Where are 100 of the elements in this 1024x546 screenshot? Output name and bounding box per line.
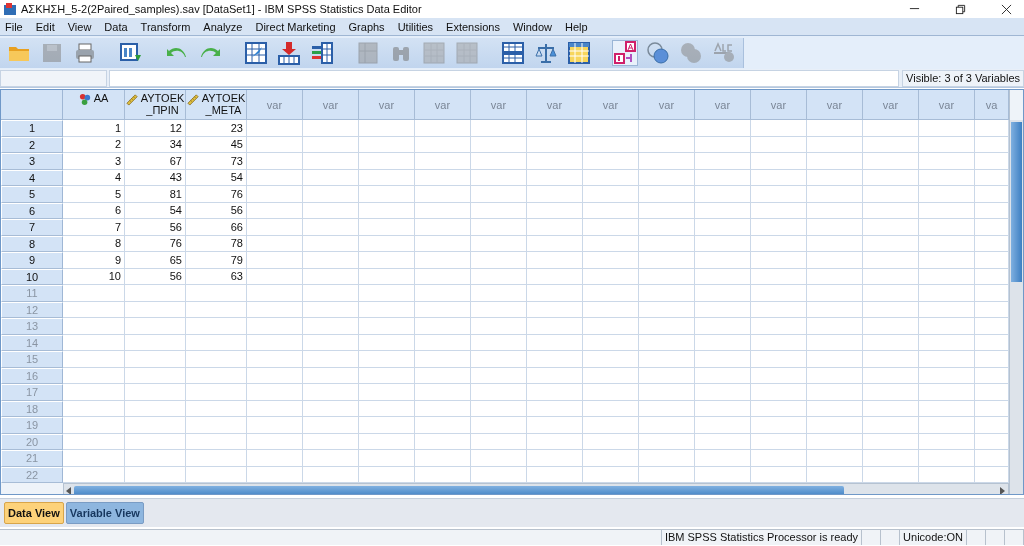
table-cell[interactable] <box>695 318 751 335</box>
table-cell[interactable] <box>751 301 807 318</box>
table-cell[interactable] <box>415 202 471 219</box>
table-cell[interactable] <box>751 219 807 236</box>
table-cell[interactable] <box>186 318 247 335</box>
table-cell[interactable] <box>639 202 695 219</box>
table-cell[interactable] <box>863 384 919 401</box>
table-cell[interactable] <box>247 235 303 252</box>
table-cell[interactable] <box>247 268 303 285</box>
table-cell[interactable] <box>247 285 303 302</box>
table-cell[interactable] <box>63 417 125 434</box>
table-cell[interactable] <box>303 285 359 302</box>
table-cell[interactable] <box>639 367 695 384</box>
table-cell[interactable] <box>583 450 639 467</box>
table-cell[interactable] <box>695 334 751 351</box>
table-cell[interactable] <box>751 318 807 335</box>
table-cell[interactable] <box>303 252 359 269</box>
table-cell[interactable] <box>919 235 975 252</box>
column-header[interactable]: var <box>583 90 639 120</box>
table-cell[interactable] <box>247 367 303 384</box>
table-cell[interactable] <box>303 219 359 236</box>
table-cell[interactable] <box>751 384 807 401</box>
corner-cell[interactable] <box>1 90 63 120</box>
table-cell[interactable] <box>303 136 359 153</box>
cell-reference-field[interactable] <box>0 69 107 87</box>
column-header[interactable]: var <box>527 90 583 120</box>
scrollbar-thumb[interactable] <box>74 485 844 494</box>
table-cell[interactable] <box>415 351 471 368</box>
table-cell[interactable] <box>807 450 863 467</box>
table-cell[interactable] <box>807 301 863 318</box>
table-cell[interactable] <box>303 367 359 384</box>
table-cell[interactable] <box>471 384 527 401</box>
cell-value-field[interactable] <box>109 69 900 87</box>
table-cell[interactable] <box>63 301 125 318</box>
table-cell[interactable] <box>583 417 639 434</box>
table-cell[interactable] <box>303 268 359 285</box>
table-cell[interactable] <box>247 169 303 186</box>
table-cell[interactable] <box>807 433 863 450</box>
table-cell[interactable] <box>125 318 186 335</box>
menu-item[interactable]: File <box>0 20 31 33</box>
table-cell[interactable] <box>919 318 975 335</box>
table-cell[interactable] <box>919 351 975 368</box>
view-tab[interactable]: Data View <box>4 502 64 524</box>
table-cell[interactable] <box>863 450 919 467</box>
table-cell[interactable] <box>471 351 527 368</box>
table-cell[interactable] <box>63 400 125 417</box>
table-cell[interactable] <box>303 400 359 417</box>
table-cell[interactable] <box>63 351 125 368</box>
table-cell[interactable] <box>186 367 247 384</box>
table-cell[interactable] <box>359 384 415 401</box>
table-cell[interactable] <box>247 120 303 137</box>
row-number[interactable]: 9 <box>1 252 63 269</box>
scrollbar-thumb[interactable] <box>1011 122 1022 282</box>
table-cell[interactable] <box>247 186 303 203</box>
table-cell[interactable] <box>527 219 583 236</box>
table-cell[interactable] <box>695 136 751 153</box>
table-cell[interactable] <box>125 450 186 467</box>
table-cell[interactable] <box>583 301 639 318</box>
table-cell[interactable] <box>471 367 527 384</box>
table-cell[interactable] <box>125 384 186 401</box>
table-cell[interactable] <box>751 252 807 269</box>
column-header[interactable]: var <box>639 90 695 120</box>
column-header[interactable]: ΑΥΤΟΕΚ _ΠΡΙΝ <box>125 90 186 120</box>
table-cell[interactable] <box>471 301 527 318</box>
table-cell[interactable] <box>863 153 919 170</box>
table-cell[interactable] <box>751 334 807 351</box>
table-cell[interactable] <box>863 318 919 335</box>
table-cell[interactable] <box>303 120 359 137</box>
table-cell[interactable] <box>247 450 303 467</box>
table-cell[interactable] <box>415 334 471 351</box>
table-cell[interactable] <box>583 136 639 153</box>
table-cell[interactable] <box>471 400 527 417</box>
table-cell[interactable] <box>807 417 863 434</box>
table-cell[interactable] <box>695 301 751 318</box>
table-cell[interactable] <box>751 351 807 368</box>
table-cell[interactable] <box>415 268 471 285</box>
table-cell[interactable] <box>415 301 471 318</box>
table-cell[interactable] <box>247 252 303 269</box>
table-cell[interactable] <box>863 120 919 137</box>
table-cell[interactable] <box>359 334 415 351</box>
table-cell[interactable] <box>919 153 975 170</box>
table-cell[interactable] <box>527 268 583 285</box>
table-cell[interactable] <box>639 351 695 368</box>
table-cell[interactable] <box>471 120 527 137</box>
table-cell[interactable] <box>863 334 919 351</box>
column-header[interactable]: var <box>247 90 303 120</box>
table-cell[interactable] <box>359 318 415 335</box>
table-cell[interactable] <box>751 450 807 467</box>
table-cell[interactable] <box>247 384 303 401</box>
table-cell[interactable] <box>303 186 359 203</box>
table-cell[interactable] <box>359 136 415 153</box>
table-cell[interactable] <box>527 235 583 252</box>
row-number[interactable]: 3 <box>1 153 63 170</box>
table-cell[interactable] <box>415 285 471 302</box>
column-header[interactable]: AA <box>63 90 125 120</box>
value-labels-button[interactable] <box>612 39 638 66</box>
column-header[interactable]: var <box>919 90 975 120</box>
vertical-scrollbar[interactable] <box>1009 90 1023 494</box>
table-cell[interactable] <box>527 400 583 417</box>
table-cell[interactable] <box>303 384 359 401</box>
